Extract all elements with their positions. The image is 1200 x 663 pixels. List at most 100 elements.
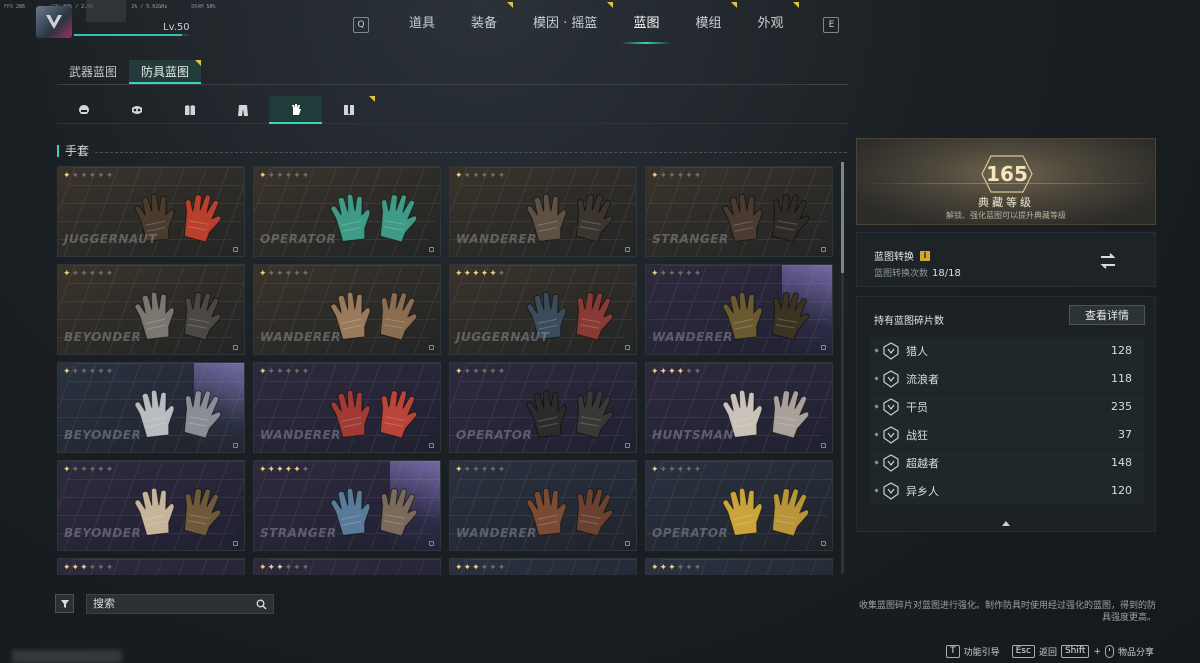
fragment-name: 流浪者 bbox=[906, 372, 939, 386]
faction-emblem-icon bbox=[883, 369, 899, 388]
blueprint-card[interactable]: ✦✦✦✦✦✦ OPERATOR bbox=[449, 362, 637, 453]
lock-icon bbox=[821, 247, 826, 252]
tab-label: 武器蓝图 bbox=[69, 65, 118, 79]
blueprint-card[interactable]: ✦✦✦✦✦✦ WANDERER bbox=[449, 166, 637, 257]
cpu-stat: 1% / 5.02GHz bbox=[131, 4, 168, 10]
fragment-row: 异乡人 120 bbox=[870, 477, 1144, 505]
bullet-icon bbox=[874, 460, 879, 465]
fragment-name: 干员 bbox=[906, 400, 928, 414]
slot-helmet[interactable] bbox=[57, 96, 110, 124]
nav-tab-label: 模因 · 摇篮 bbox=[533, 16, 598, 31]
pants-icon bbox=[237, 105, 248, 116]
blueprint-card[interactable]: ✦✦✦✦✦✦ STRANGER bbox=[645, 166, 833, 257]
lock-icon bbox=[233, 247, 238, 252]
scrollbar-thumb[interactable] bbox=[841, 162, 844, 274]
prev-tab-key[interactable]: Q bbox=[353, 17, 369, 33]
slot-mask[interactable] bbox=[110, 96, 163, 124]
helmet-icon bbox=[78, 105, 89, 114]
blueprint-card[interactable]: ✦✦✦✦✦✦ BEYONDER bbox=[57, 460, 245, 551]
nav-tab-5[interactable]: 外观 bbox=[739, 2, 801, 38]
blueprint-card[interactable]: ✦✦✦✦✦✦ JUGGERNAUT bbox=[449, 264, 637, 355]
rarity-stars: ✦✦✦✦✦✦ bbox=[651, 563, 703, 573]
slot-gloves[interactable] bbox=[269, 96, 322, 124]
armor-slot-tabs bbox=[57, 96, 848, 124]
next-tab-key[interactable]: E bbox=[823, 17, 840, 33]
new-flag bbox=[507, 2, 514, 8]
slot-pants[interactable] bbox=[216, 96, 269, 124]
blueprint-card[interactable]: ✦✦✦✦✦✦ HUNTSMAN bbox=[645, 362, 833, 453]
nav-tab-1[interactable]: 装备 bbox=[453, 2, 515, 38]
lock-icon bbox=[233, 541, 238, 546]
lock-icon bbox=[625, 247, 630, 252]
lock-icon bbox=[821, 443, 826, 448]
blueprint-card[interactable]: ✦✦✦✦✦✦ BEYONDER bbox=[57, 362, 245, 453]
fragment-count: 37 bbox=[1118, 428, 1132, 441]
view-details-button[interactable]: 查看详情 bbox=[1069, 305, 1145, 325]
slot-boots[interactable] bbox=[322, 96, 375, 124]
guide-key[interactable]: T bbox=[946, 645, 960, 658]
blueprint-card[interactable]: ✦✦✦✦✦✦ bbox=[449, 558, 637, 575]
glove-pair-icon bbox=[526, 389, 614, 438]
lock-icon bbox=[429, 247, 434, 252]
back-key[interactable]: Esc bbox=[1011, 645, 1035, 658]
nav-tab-3[interactable]: 蓝图 bbox=[615, 12, 677, 44]
blueprint-card[interactable]: ✦✦✦✦✦✦ bbox=[645, 558, 833, 575]
nav-tab-2[interactable]: 模因 · 摇篮 bbox=[515, 2, 615, 38]
lock-icon bbox=[233, 345, 238, 350]
faction-emblem-icon bbox=[883, 341, 899, 360]
fragments-title: 持有蓝图碎片数 bbox=[874, 316, 944, 327]
share-key[interactable]: Shift bbox=[1060, 645, 1090, 658]
blueprint-card[interactable]: ✦✦✦✦✦✦ STRANGER bbox=[253, 460, 441, 551]
new-flag bbox=[793, 2, 800, 8]
filter-button[interactable] bbox=[55, 594, 74, 613]
blueprint-card[interactable]: ✦✦✦✦✦✦ BEYONDER bbox=[57, 264, 245, 355]
nav-tab-label: 道具 bbox=[409, 16, 436, 31]
tab-weapon-blueprints[interactable]: 武器蓝图 bbox=[57, 60, 129, 84]
swap-arrows-icon[interactable] bbox=[1097, 250, 1119, 272]
glove-icon bbox=[291, 104, 301, 115]
blueprint-card[interactable]: ✦✦✦✦✦✦ WANDERER bbox=[449, 460, 637, 551]
section-title: 手套 bbox=[65, 144, 90, 158]
new-flag bbox=[195, 60, 202, 66]
rarity-stars: ✦✦✦✦✦✦ bbox=[63, 269, 115, 279]
blueprint-card[interactable]: ✦✦✦✦✦✦ JUGGERNAUT bbox=[57, 166, 245, 257]
convert-count-row: 蓝图转换次数 18/18 bbox=[874, 266, 961, 279]
section-header: 手套 bbox=[57, 142, 847, 159]
collection-level-panel[interactable]: 165 典藏等级 解锁、强化蓝图可以提升典藏等级 bbox=[856, 138, 1156, 225]
lock-icon bbox=[429, 541, 434, 546]
blueprint-card[interactable]: ✦✦✦✦✦✦ WANDERER bbox=[645, 264, 833, 355]
nav-tab-0[interactable]: 道具 bbox=[391, 12, 453, 38]
slot-chest[interactable] bbox=[163, 96, 216, 124]
search-icon[interactable] bbox=[256, 599, 267, 610]
boots-icon bbox=[343, 105, 354, 115]
blueprint-category-tabs: 武器蓝图 防具蓝图 bbox=[57, 59, 848, 85]
fragment-count: 118 bbox=[1111, 372, 1132, 385]
new-flag bbox=[731, 2, 738, 8]
rarity-stars: ✦✦✦✦✦✦ bbox=[455, 269, 507, 279]
convert-count-label: 蓝图转换次数 bbox=[874, 269, 929, 279]
tab-armor-blueprints[interactable]: 防具蓝图 bbox=[129, 60, 202, 84]
rarity-stars: ✦✦✦✦✦✦ bbox=[651, 269, 703, 279]
rarity-stars: ✦✦✦✦✦✦ bbox=[455, 465, 507, 475]
fragment-name: 猎人 bbox=[906, 344, 928, 358]
rarity-stars: ✦✦✦✦✦✦ bbox=[63, 367, 115, 377]
rarity-stars: ✦✦✦✦✦✦ bbox=[455, 563, 507, 573]
brand-name: WANDERER bbox=[456, 232, 537, 246]
grid-scrollbar[interactable] bbox=[841, 162, 844, 574]
blueprint-card[interactable]: ✦✦✦✦✦✦ bbox=[253, 558, 441, 575]
blueprint-card[interactable]: ✦✦✦✦✦✦ WANDERER bbox=[253, 362, 441, 453]
blueprint-card[interactable]: ✦✦✦✦✦✦ WANDERER bbox=[253, 264, 441, 355]
nav-tab-4[interactable]: 模组 bbox=[677, 2, 739, 38]
lock-icon bbox=[625, 345, 630, 350]
blueprint-card[interactable]: ✦✦✦✦✦✦ OPERATOR bbox=[253, 166, 441, 257]
info-icon[interactable]: i bbox=[920, 250, 930, 261]
rarity-stars: ✦✦✦✦✦✦ bbox=[259, 563, 311, 573]
scroll-up-arrow-icon[interactable] bbox=[1002, 521, 1010, 526]
convert-count: 18/18 bbox=[932, 268, 961, 279]
faction-emblem-icon bbox=[883, 397, 899, 416]
blueprint-card[interactable]: ✦✦✦✦✦✦ OPERATOR bbox=[645, 460, 833, 551]
search-input[interactable] bbox=[93, 598, 256, 610]
player-avatar[interactable] bbox=[36, 6, 72, 38]
nav-tab-label: 模组 bbox=[695, 16, 722, 31]
blueprint-card[interactable]: ✦✦✦✦✦✦ bbox=[57, 558, 245, 575]
